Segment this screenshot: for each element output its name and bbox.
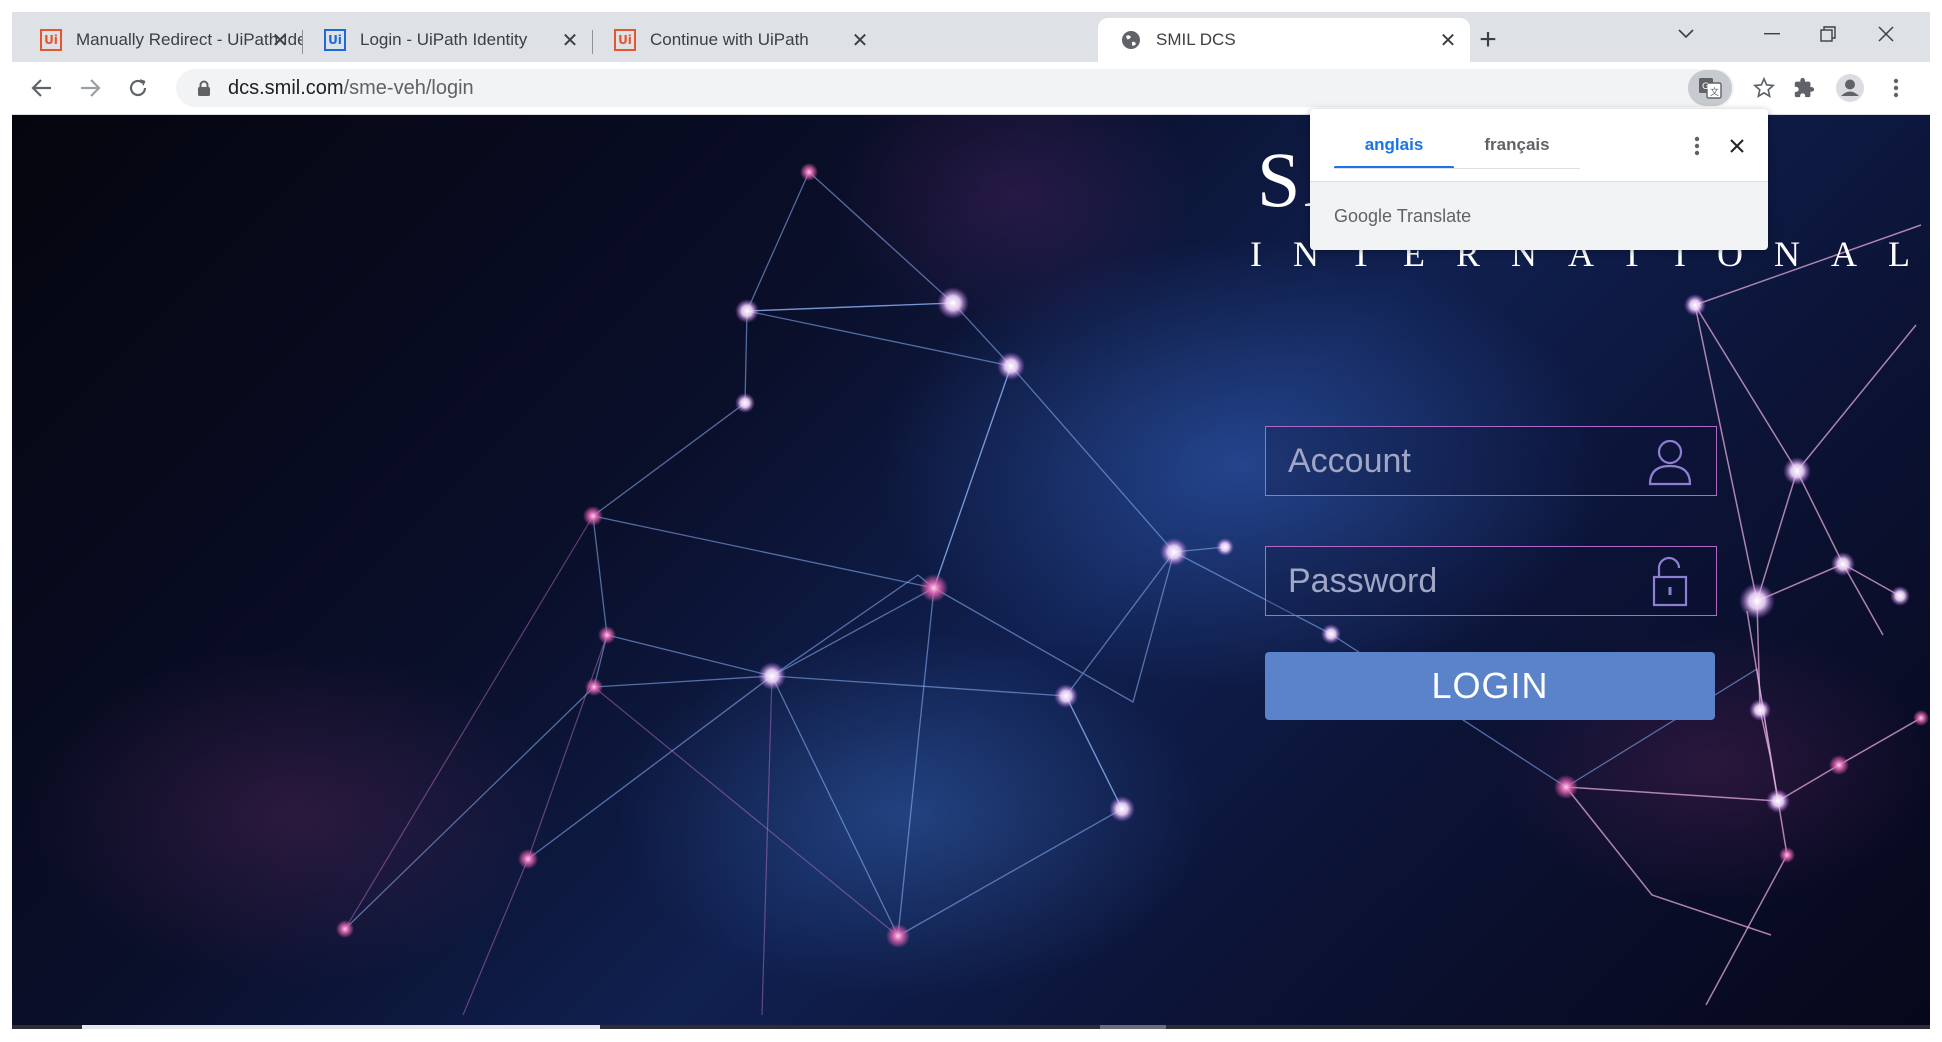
tab-search-icon[interactable]	[1658, 12, 1714, 56]
close-popup-icon[interactable]	[1722, 131, 1752, 161]
translate-page-icon[interactable]: G文	[1688, 70, 1732, 106]
svg-text:文: 文	[1710, 86, 1719, 98]
tab-manually-redirect[interactable]: Ui Manually Redirect - UiPath Identi ✕	[12, 18, 303, 62]
browser-toolbar: dcs.smil.com/sme-veh/login G文	[12, 62, 1930, 115]
translate-language-tabs: anglais français	[1334, 109, 1580, 181]
password-placeholder: Password	[1288, 561, 1438, 600]
account-field[interactable]: Account	[1265, 426, 1717, 496]
tab-smil-dcs[interactable]: SMIL DCS ✕	[1098, 18, 1470, 62]
address-bar[interactable]: dcs.smil.com/sme-veh/login G文	[176, 69, 1775, 107]
close-tab-icon[interactable]: ✕	[1438, 30, 1458, 52]
google-translate-logo: Google Translate	[1334, 206, 1471, 227]
login-button[interactable]: LOGIN	[1265, 652, 1715, 720]
unlock-icon	[1644, 555, 1696, 607]
restore-button[interactable]	[1800, 12, 1856, 56]
url-path: /sme-veh/login	[343, 76, 474, 99]
uipath-orange-icon: Ui	[614, 29, 636, 51]
tab-title: Manually Redirect - UiPath Identi	[76, 30, 302, 49]
account-placeholder: Account	[1288, 441, 1411, 480]
tab-strip: Ui Manually Redirect - UiPath Identi ✕ U…	[12, 12, 1930, 62]
reload-button[interactable]	[120, 70, 156, 106]
translate-popup: anglais français Google Translate	[1310, 109, 1768, 250]
close-tab-icon[interactable]: ✕	[270, 30, 290, 52]
minimize-button[interactable]	[1744, 12, 1800, 56]
forward-button[interactable]	[72, 70, 108, 106]
tab-title: Login - UiPath Identity	[360, 30, 528, 49]
new-tab-button[interactable]: +	[1470, 22, 1506, 58]
user-icon	[1644, 435, 1696, 487]
more-options-icon[interactable]	[1682, 131, 1712, 161]
url-host: dcs.smil.com	[228, 76, 344, 99]
translate-wordmark: Translate	[1396, 205, 1472, 226]
lock-icon[interactable]	[194, 78, 214, 98]
browser-menu-icon[interactable]	[1878, 70, 1914, 106]
extensions-puzzle-icon[interactable]	[1786, 70, 1822, 106]
translate-footer: Google Translate	[1310, 181, 1768, 250]
translate-tabs-divider	[1334, 168, 1580, 169]
back-button[interactable]	[24, 70, 60, 106]
svg-text:G: G	[1702, 82, 1709, 92]
browser-window: Ui Manually Redirect - UiPath Identi ✕ U…	[12, 12, 1930, 1042]
tab-title: Continue with UiPath	[650, 30, 809, 49]
google-wordmark: Google	[1334, 205, 1393, 226]
password-field[interactable]: Password	[1265, 546, 1717, 616]
page-bottom-segment-2	[1100, 1025, 1166, 1029]
tab-continue-uipath[interactable]: Ui Continue with UiPath ✕	[592, 18, 882, 62]
tab-title: SMIL DCS	[1156, 30, 1236, 49]
close-tab-icon[interactable]: ✕	[560, 30, 580, 52]
profile-avatar-icon[interactable]	[1832, 70, 1868, 106]
translate-tab-francais[interactable]: français	[1454, 109, 1580, 181]
url-text: dcs.smil.com/sme-veh/login	[228, 77, 474, 100]
bookmark-star-icon[interactable]	[1746, 70, 1782, 106]
translate-tab-anglais[interactable]: anglais	[1334, 109, 1454, 181]
close-tab-icon[interactable]: ✕	[850, 30, 870, 52]
globe-icon	[1120, 29, 1142, 51]
page-bottom-segment	[82, 1025, 600, 1029]
uipath-blue-icon: Ui	[324, 29, 346, 51]
tab-login-uipath[interactable]: Ui Login - UiPath Identity ✕	[302, 18, 593, 62]
close-window-button[interactable]	[1858, 12, 1914, 56]
login-page: SA INTERNATIONAL Account Password LOGIN	[12, 115, 1930, 1029]
uipath-orange-icon: Ui	[40, 29, 62, 51]
